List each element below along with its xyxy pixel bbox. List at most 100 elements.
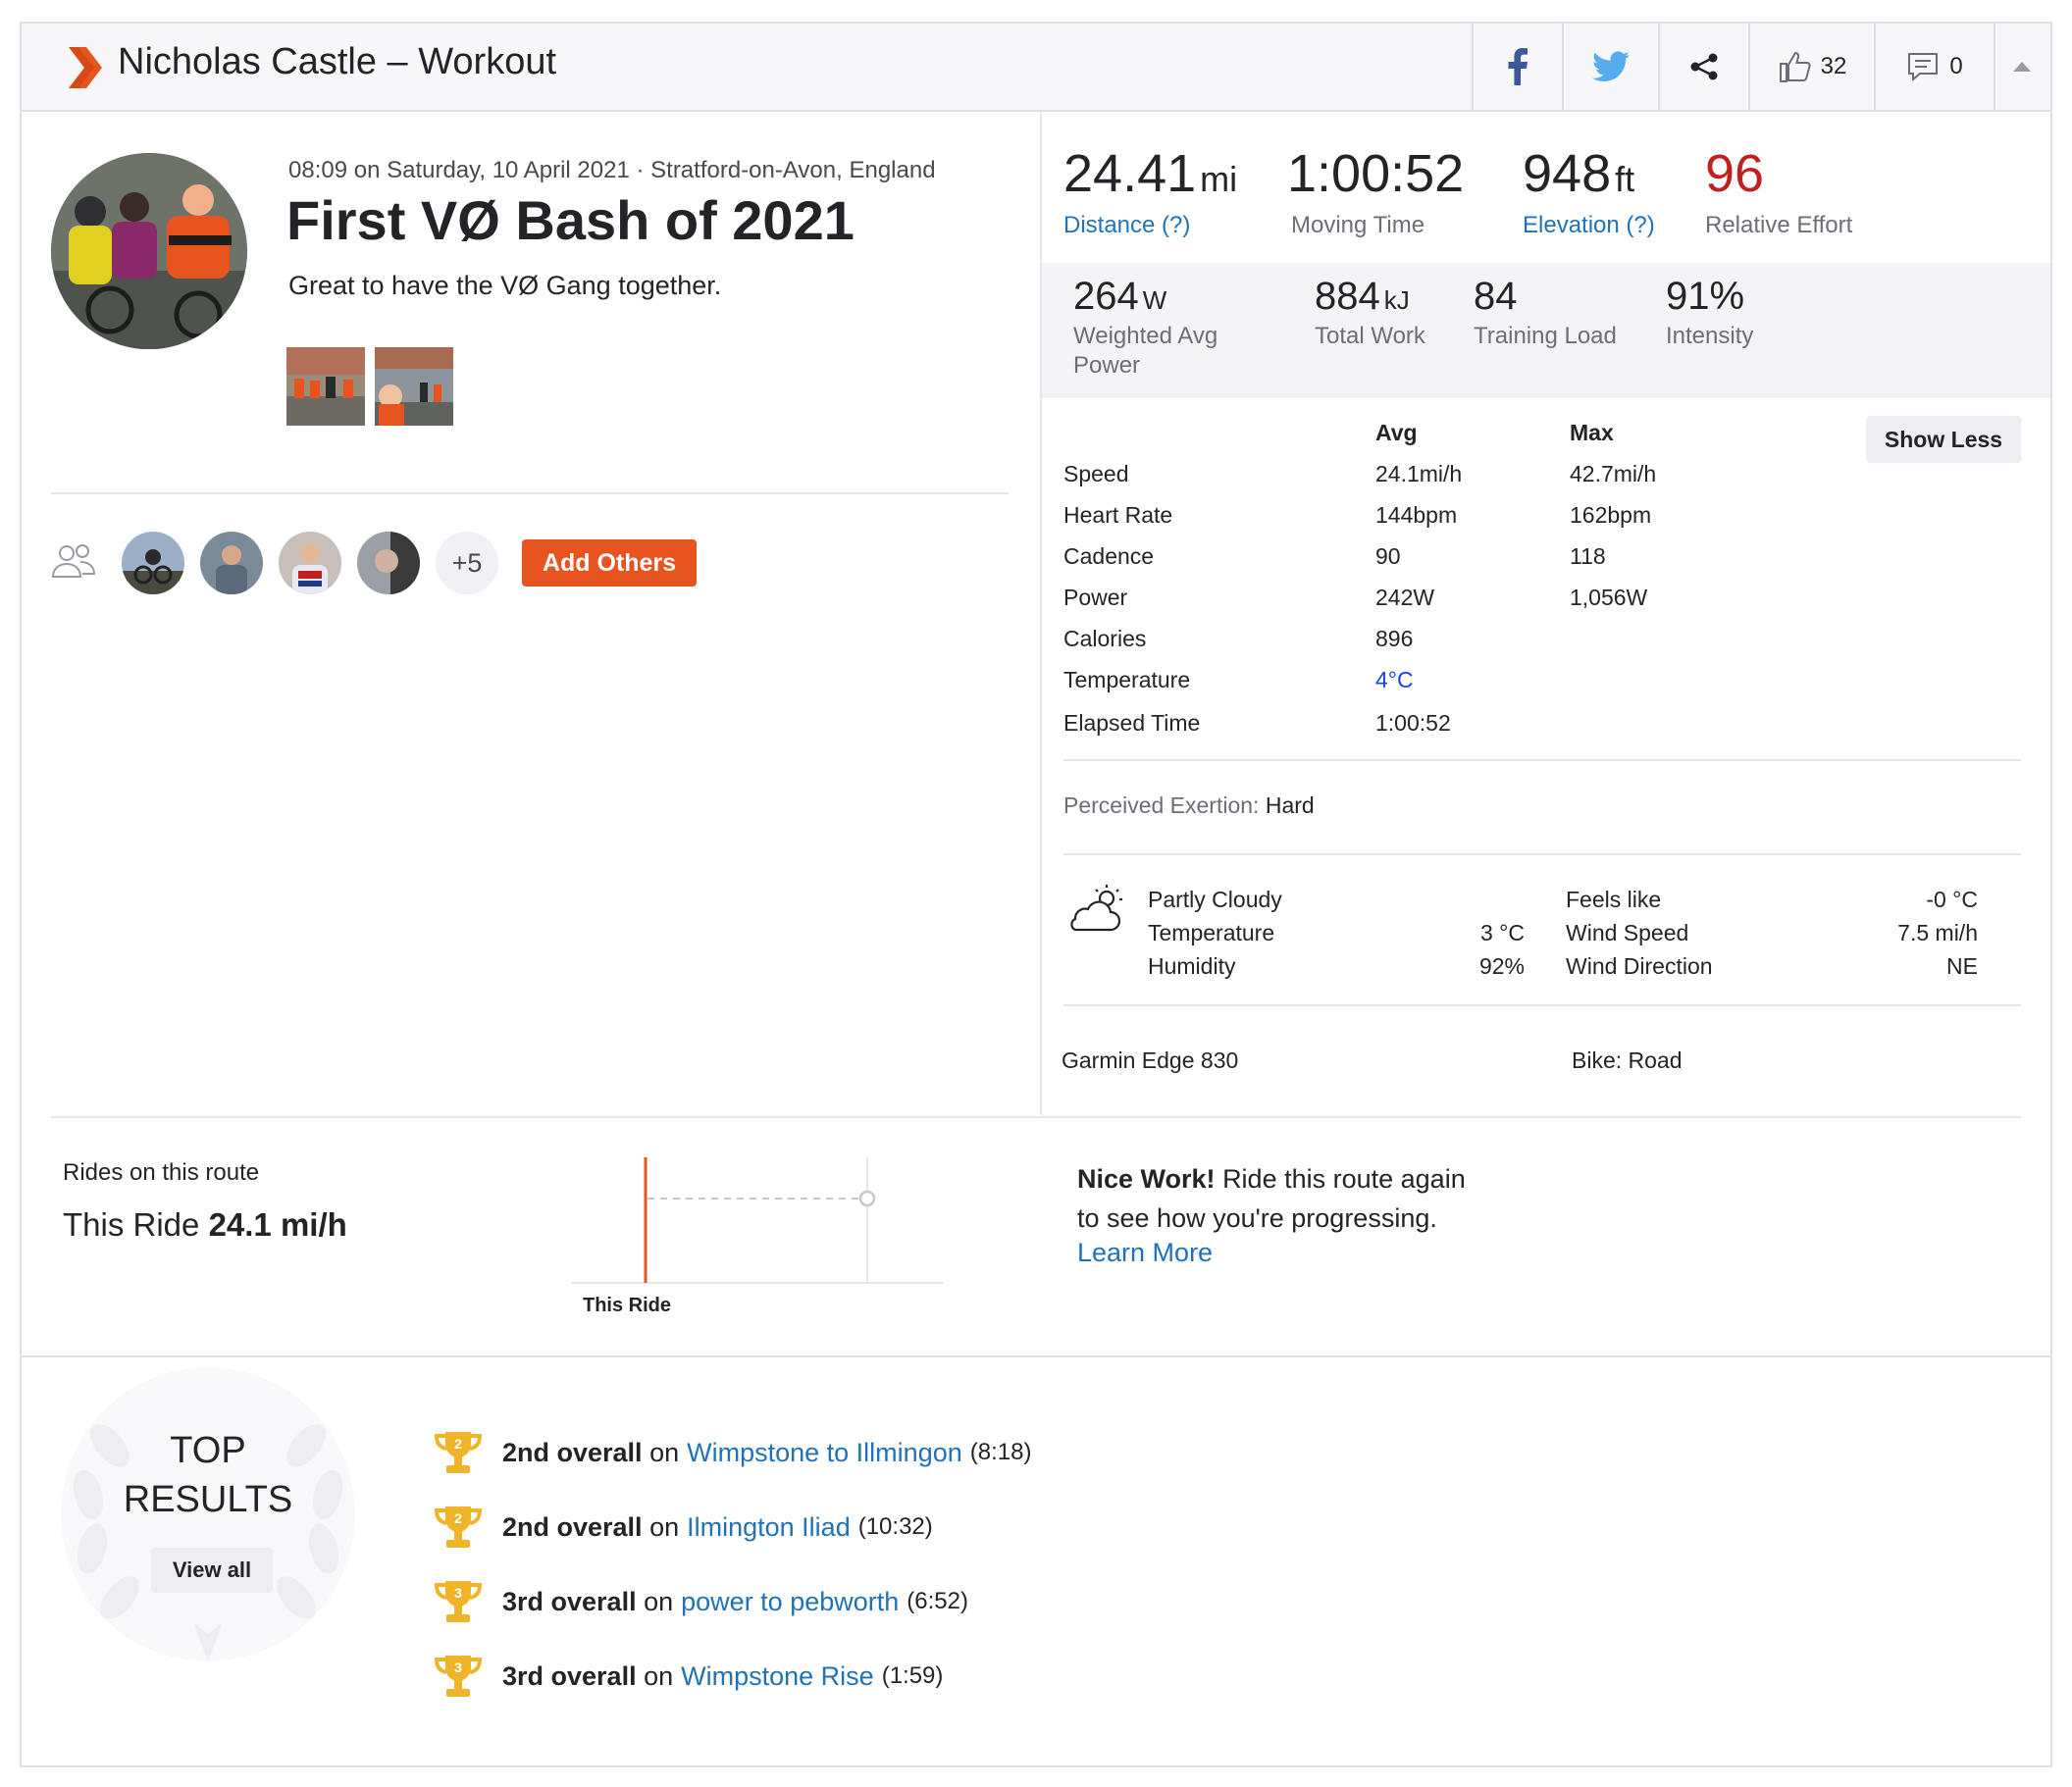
trophy-icon: 2: [434, 1432, 483, 1473]
segment-link[interactable]: Ilmington Iliad: [687, 1512, 851, 1543]
partly-cloudy-icon: [1065, 883, 1126, 939]
relative-effort-value: 96: [1705, 144, 1765, 203]
page-title: Nicholas Castle – Workout: [118, 41, 557, 82]
twitter-icon: [1592, 51, 1630, 82]
segment-link[interactable]: Wimpstone Rise: [681, 1661, 874, 1692]
max-column-header: Max: [1570, 420, 1614, 445]
stat-row-label: Calories: [1063, 626, 1147, 651]
stat-row-max: 1,056W: [1570, 585, 1648, 610]
wind-speed-label: Wind Speed: [1566, 920, 1689, 945]
learn-more-link[interactable]: Learn More: [1077, 1238, 1213, 1268]
comment-count: 0: [1949, 53, 1963, 79]
training-load-label: Training Load: [1474, 323, 1617, 349]
divider: [51, 1116, 2021, 1118]
group-athlete-avatar[interactable]: [200, 532, 263, 594]
stat-row-label: Elapsed Time: [1063, 710, 1201, 736]
photo-thumbnail[interactable]: [375, 347, 453, 426]
stat-row-label: Cadence: [1063, 543, 1155, 569]
share-icon: [1690, 53, 1718, 80]
intensity-value: 91%: [1666, 275, 1745, 318]
route-best-marker: [858, 1190, 876, 1207]
feels-like-label: Feels like: [1566, 887, 1662, 912]
caret-up-icon: [2013, 62, 2031, 72]
segment-link[interactable]: Wimpstone to Illmingon: [687, 1438, 962, 1468]
weather-condition: Partly Cloudy: [1148, 887, 1282, 912]
avg-column-header: Avg: [1375, 420, 1418, 445]
total-work-value: 884 kJ: [1315, 275, 1410, 318]
kudos-count: 32: [1820, 53, 1847, 79]
elevation-value: 948 ft: [1523, 144, 1635, 203]
stat-row-avg: 144bpm: [1375, 502, 1458, 528]
stat-row-avg: 1:00:52: [1375, 710, 1451, 736]
top-result-item: 3 3rd overall on Wimpstone Rise (1:59): [434, 1652, 943, 1701]
stat-row-avg: 242W: [1375, 585, 1435, 610]
svg-text:2: 2: [454, 1436, 462, 1452]
divider: [1063, 759, 2021, 761]
weighted-power-label: Weighted Avg Power: [1073, 323, 1218, 379]
route-speed-chart: [571, 1157, 944, 1284]
group-athlete-avatar[interactable]: [357, 532, 420, 594]
stat-row-label: Heart Rate: [1063, 502, 1173, 528]
trophy-icon: 3: [434, 1656, 483, 1697]
more-athletes-count[interactable]: +5: [436, 532, 498, 594]
stat-row-avg: 896: [1375, 626, 1414, 651]
group-athlete-avatar[interactable]: [122, 532, 184, 594]
facebook-share-button[interactable]: [1472, 24, 1562, 110]
distance-label[interactable]: Distance (?): [1063, 212, 1190, 239]
wind-speed-value: 7.5 mi/h: [1897, 920, 1978, 945]
comments-button[interactable]: 0: [1874, 24, 1995, 110]
twitter-share-button[interactable]: [1562, 24, 1658, 110]
add-others-button[interactable]: Add Others: [522, 539, 697, 587]
segment-link[interactable]: power to pebworth: [681, 1587, 899, 1617]
collapse-button[interactable]: [1994, 24, 2050, 110]
activity-header: Nicholas Castle – Workout 32 0: [22, 24, 2050, 112]
moving-time-label: Moving Time: [1291, 212, 1425, 238]
trophy-icon: 2: [434, 1506, 483, 1548]
group-activity-icon: [51, 543, 96, 584]
device-name: Garmin Edge 830: [1062, 1047, 1239, 1073]
activity-card: Nicholas Castle – Workout 32 0 08:09 on …: [20, 22, 2052, 1767]
weather-humidity-label: Humidity: [1148, 953, 1236, 979]
svg-text:2: 2: [454, 1510, 462, 1526]
stat-row-max: 118: [1570, 543, 1606, 569]
this-ride-speed: This Ride 24.1 mi/h: [63, 1206, 347, 1243]
divider: [51, 492, 1009, 494]
weather-temperature-value: 3 °C: [1480, 920, 1525, 945]
wind-direction-value: NE: [1946, 953, 1978, 979]
svg-text:3: 3: [454, 1585, 462, 1601]
show-less-button[interactable]: Show Less: [1866, 416, 2021, 463]
comment-icon: [1908, 53, 1939, 82]
facebook-icon: [1508, 48, 1528, 85]
top-result-item: 2 2nd overall on Ilmington Iliad (10:32): [434, 1503, 933, 1552]
stat-row-avg: 24.1mi/h: [1375, 461, 1463, 486]
activity-description: Great to have the VØ Gang together.: [288, 271, 722, 300]
share-button[interactable]: [1658, 24, 1748, 110]
stat-row-avg: 90: [1375, 543, 1401, 569]
stat-row-label: Power: [1063, 585, 1128, 610]
top-results-title: TOP RESULTS: [123, 1430, 293, 1520]
photo-thumbnail[interactable]: [286, 347, 365, 426]
thumbs-up-icon: [1779, 51, 1811, 82]
stat-row-max: 42.7mi/h: [1570, 461, 1657, 486]
wind-direction-label: Wind Direction: [1566, 953, 1713, 979]
route-heading: Rides on this route: [63, 1159, 260, 1186]
distance-value: 24.41 mi: [1063, 144, 1238, 203]
view-all-results-button[interactable]: View all: [151, 1548, 273, 1593]
weighted-power-value: 264 W: [1073, 275, 1167, 318]
athlete-avatar[interactable]: [51, 153, 247, 349]
group-athlete-avatar[interactable]: [279, 532, 341, 594]
elevation-label[interactable]: Elevation (?): [1523, 212, 1655, 239]
total-work-label: Total Work: [1315, 323, 1425, 349]
nice-work-message: Nice Work! Ride this route again to see …: [1077, 1164, 1466, 1233]
svg-text:3: 3: [454, 1659, 462, 1675]
weather-temperature-label: Temperature: [1148, 920, 1275, 945]
intensity-label: Intensity: [1666, 323, 1754, 349]
stat-row-max: 162bpm: [1570, 502, 1652, 528]
moving-time-value: 1:00:52: [1287, 144, 1465, 203]
stat-row-avg-temperature[interactable]: 4°C: [1375, 667, 1414, 693]
training-load-value: 84: [1474, 275, 1518, 318]
relative-effort-label: Relative Effort: [1705, 212, 1853, 238]
activity-meta: 08:09 on Saturday, 10 April 2021 · Strat…: [288, 157, 936, 183]
trophy-icon: 3: [434, 1581, 483, 1622]
kudos-button[interactable]: 32: [1748, 24, 1874, 110]
